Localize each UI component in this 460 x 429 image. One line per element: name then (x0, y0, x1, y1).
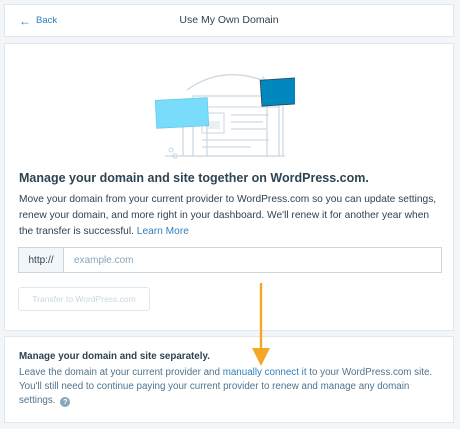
transfer-button[interactable]: Transfer to WordPress.com (18, 287, 150, 311)
learn-more-link[interactable]: Learn More (137, 226, 189, 237)
header-bar: ← Back Use My Own Domain (4, 4, 454, 37)
manually-connect-link[interactable]: manually connect it (223, 367, 307, 378)
manage-separately-title: Manage your domain and site separately. (19, 351, 210, 362)
transfer-description: Move your domain from your current provi… (19, 194, 437, 237)
manage-separately-text: Leave the domain at your current provide… (19, 367, 433, 407)
transfer-heading: Manage your domain and site together on … (19, 171, 369, 185)
domain-transfer-illustration (154, 73, 295, 159)
manage-separately-card: Manage your domain and site separately. … (4, 336, 454, 423)
annotation-arrow-down-icon (252, 282, 270, 366)
domain-input-group: http:// (18, 247, 442, 273)
page-title: Use My Own Domain (179, 14, 279, 26)
domain-input[interactable] (64, 248, 441, 272)
url-prefix: http:// (19, 248, 64, 272)
question-circle-icon[interactable]: ? (60, 397, 71, 407)
transfer-card: Manage your domain and site together on … (4, 43, 454, 331)
